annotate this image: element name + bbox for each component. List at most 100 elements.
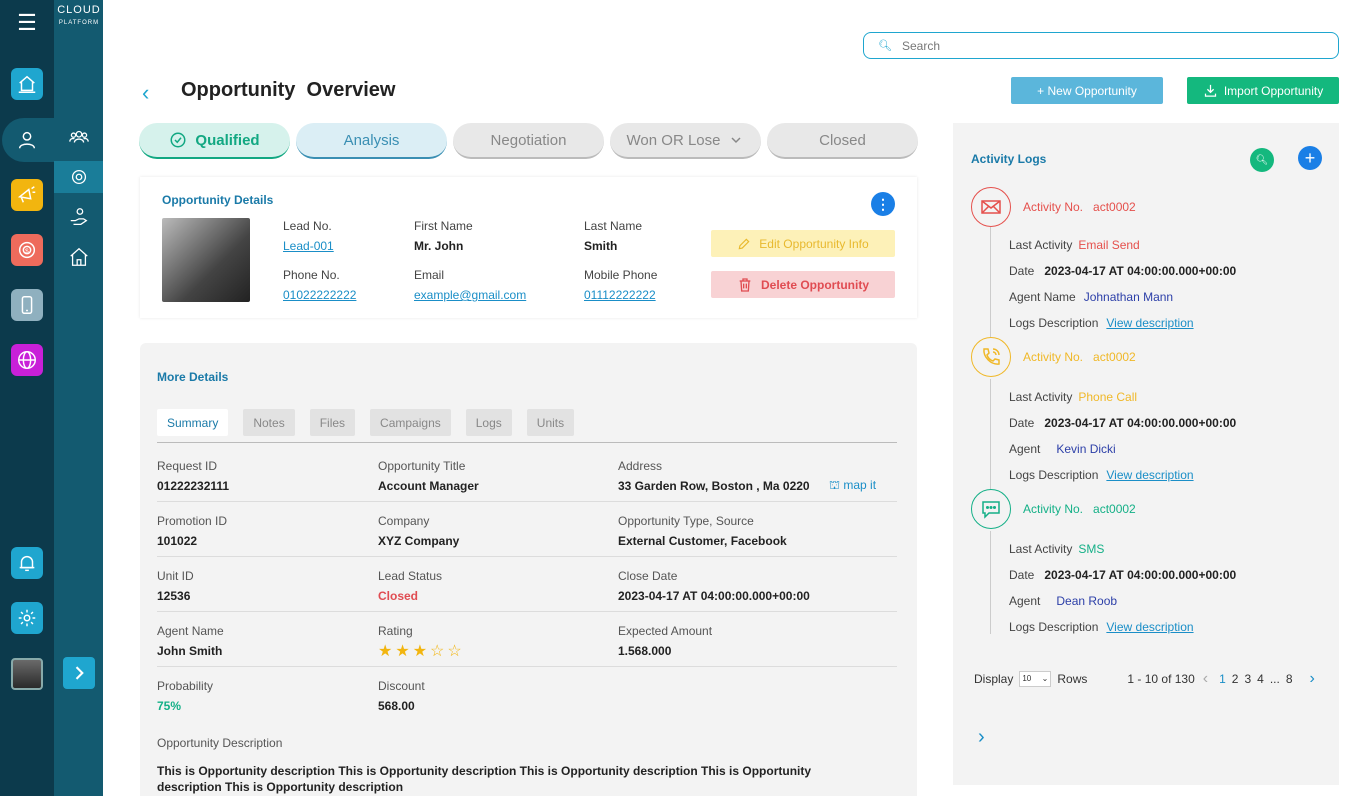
import-opportunity-button[interactable]: Import Opportunity [1187,77,1339,104]
star-filled-icon[interactable]: ★ [378,643,395,660]
more-details-card: More Details Summary Notes Files Campaig… [140,343,917,796]
timeline-line [990,227,991,339]
rows-per-page-select[interactable]: 10 ⌄ [1019,671,1052,687]
star-filled-icon[interactable]: ★ [413,643,430,660]
more-options-icon[interactable]: ⋮ [871,192,895,216]
star-filled-icon[interactable]: ★ [395,643,412,660]
agent-row: Agent Kevin Dicki [1009,442,1116,456]
activity-logs-panel: Activity Logs 🔍︎ + Activity No. act0002 … [953,123,1339,785]
agent-row: Agent Name Johnathan Mann [1009,290,1174,304]
search-input[interactable]: 🔍︎ Search [863,32,1339,59]
page-2[interactable]: 2 [1232,672,1239,686]
details-tabs: Summary Notes Files Campaigns Logs Units [157,409,575,436]
user-app-icon[interactable] [11,124,43,156]
page-1[interactable]: 1 [1219,672,1226,686]
edit-opportunity-button[interactable]: Edit Opportunity Info [711,230,895,257]
cloud-platform-logo: CLOUD PLATFORM [57,4,101,26]
view-description-link[interactable]: View description [1106,468,1193,482]
lead-no-field: Lead No. Lead-001 [283,219,334,253]
tab-logs[interactable]: Logs [465,409,512,436]
last-name-field: Last Name Smith [584,219,643,253]
user-avatar[interactable] [11,658,43,690]
rating-stars: ★★★☆☆ [378,644,465,660]
expand-panel-chevron-icon[interactable]: › [978,726,985,749]
tab-files[interactable]: Files [309,409,356,436]
section-title: Opportunity Details [162,193,274,207]
summary-row: Agent Name John Smith Rating ★★★☆☆ Expecte… [157,612,897,667]
last-activity-row: Last Activity Phone Call [1009,390,1138,404]
back-chevron-icon[interactable]: ‹ [142,80,149,106]
map-it-link[interactable]: ⛫ map it [829,478,876,494]
group-users-icon[interactable] [54,121,103,153]
tab-campaigns[interactable]: Campaigns [370,409,451,436]
summary-grid: Request ID 01222232111 Opportunity Title A… [157,447,897,722]
logs-description-row: Logs Description View description [1009,620,1194,634]
mobile-link[interactable]: 01112222222 [584,288,657,302]
activity-logs-title: Activity Logs [971,152,1047,166]
chevron-down-icon [731,137,741,144]
page-ellipsis: ... [1269,672,1280,686]
delete-opportunity-button[interactable]: Delete Opportunity [711,271,895,298]
globe-app-icon[interactable] [11,344,43,376]
trash-icon [739,277,751,292]
email-link[interactable]: example@gmail.com [414,288,526,302]
date-row: Date 2023-04-17 AT 04:00:00.000+00:00 [1009,264,1237,278]
new-opportunity-button[interactable]: + New Opportunity [1011,77,1163,104]
view-description-link[interactable]: View description [1106,316,1193,330]
page-4[interactable]: 4 [1257,672,1264,686]
phone-icon [971,337,1011,377]
download-icon [1204,84,1216,97]
stage-closed[interactable]: Closed [767,123,918,159]
mail-icon [971,187,1011,227]
stage-won-or-lose[interactable]: Won OR Lose [610,123,761,159]
last-activity-row: Last Activity SMS [1009,542,1105,556]
email-field: Email example@gmail.com [414,268,527,302]
prev-page-chevron-icon[interactable]: ‹ [1203,670,1208,688]
summary-row: Request ID 01222232111 Opportunity Title A… [157,447,897,502]
opportunity-details-card: Opportunity Details Lead No. Lead-001 Fir… [140,177,917,318]
notifications-bell-icon[interactable] [11,547,43,579]
tab-notes[interactable]: Notes [243,409,295,436]
view-description-link[interactable]: View description [1106,620,1193,634]
logs-description-row: Logs Description View description [1009,316,1194,330]
phone-link[interactable]: 01022222222 [283,288,356,302]
expand-sidebar-chevron-icon[interactable] [63,657,95,689]
add-activity-icon[interactable]: + [1298,146,1322,170]
page-3[interactable]: 3 [1244,672,1251,686]
star-empty-icon[interactable]: ☆ [430,643,447,660]
hand-service-icon[interactable] [54,201,103,233]
phone-field: Phone No. 01022222222 [283,268,357,302]
tab-summary[interactable]: Summary [157,409,229,436]
next-page-chevron-icon[interactable]: › [1310,670,1315,688]
page-8[interactable]: 8 [1286,672,1293,686]
lead-status-value: Closed [378,589,419,603]
hamburger-menu-icon[interactable]: ☰ [14,12,40,34]
stage-analysis[interactable]: Analysis [296,123,447,159]
agent-row: Agent Dean Roob [1009,594,1118,608]
lead-no-link[interactable]: Lead-001 [283,239,334,253]
check-circle-icon [170,132,186,148]
page-title: Opportunity Overview [181,79,396,101]
timeline-line [990,531,991,634]
marketing-app-icon[interactable] [11,179,43,211]
summary-row: Unit ID 12536 Lead Status Closed Close Dat… [157,557,897,612]
summary-row: Promotion ID 101022 Company XYZ Company Op… [157,502,897,557]
star-empty-icon[interactable]: ☆ [447,643,464,660]
timeline-line [990,379,991,491]
finance-app-icon[interactable]: $ [11,234,43,266]
tab-units[interactable]: Units [526,409,575,436]
tab-divider [157,442,897,443]
stage-negotiation[interactable]: Negotiation [453,123,604,159]
mobile-app-icon[interactable] [11,289,43,321]
activity-search-icon[interactable]: 🔍︎ [1250,148,1274,172]
mobile-field: Mobile Phone 01112222222 [584,268,658,302]
home-icon[interactable] [54,241,103,273]
date-row: Date 2023-04-17 AT 04:00:00.000+00:00 [1009,416,1237,430]
stage-progress: Qualified Analysis Negotiation Won OR Lo… [139,123,918,159]
opportunity-coin-icon[interactable] [54,161,103,193]
opportunity-description: Opportunity Description This is Opportun… [157,736,812,794]
settings-gear-icon[interactable] [11,602,43,634]
stage-qualified[interactable]: Qualified [139,123,290,159]
real-estate-app-icon[interactable] [11,68,43,100]
first-name-field: First Name Mr. John [414,219,473,253]
